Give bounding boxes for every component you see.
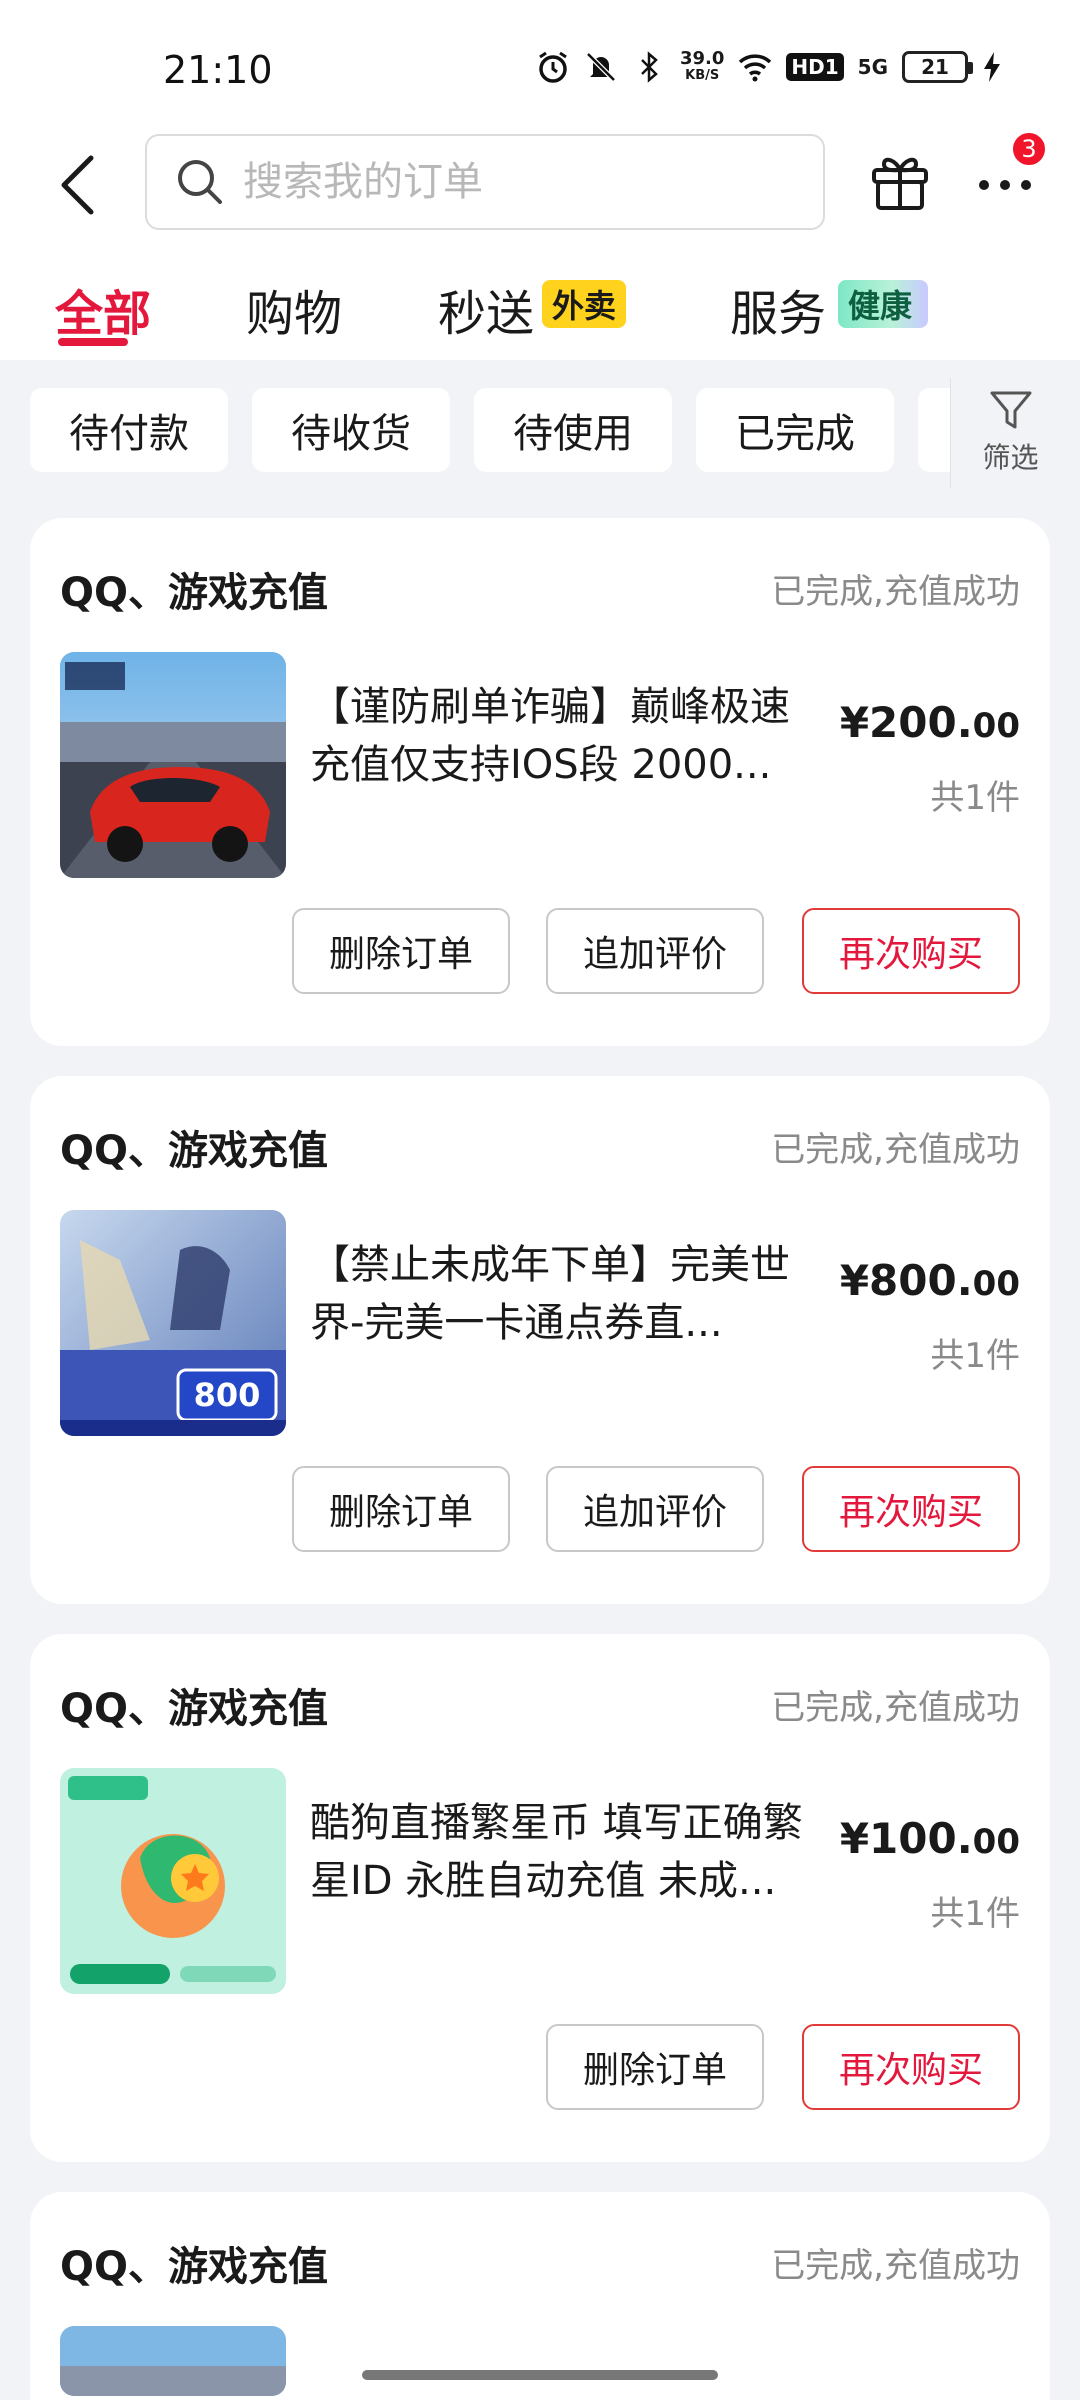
back-button[interactable] [52, 150, 102, 220]
svg-text:800: 800 [194, 1376, 261, 1414]
category-tabs: 全部 购物 秒送 外卖 服务 健康 [0, 250, 1080, 360]
product-thumbnail[interactable] [60, 1768, 286, 1994]
product-title[interactable]: 【禁止未成年下单】完美世界-完美一卡通点券直... [310, 1236, 810, 1352]
gift-button[interactable] [868, 148, 938, 218]
mute-icon [586, 52, 616, 82]
shop-name[interactable]: QQ、游戏充值 [60, 1676, 328, 1734]
takeout-tag: 外卖 [542, 280, 627, 328]
chip-pending-payment[interactable]: 待付款 [30, 388, 228, 472]
tab-express[interactable]: 秒送 [438, 274, 534, 344]
filter-row: 待付款 待收货 待使用 已完成 筛选 [0, 360, 1080, 510]
more-icon [979, 180, 1031, 190]
chevron-left-icon [61, 155, 94, 215]
shop-name[interactable]: QQ、游戏充值 [60, 2234, 328, 2292]
rebuy-button[interactable]: 再次购买 [802, 2024, 1020, 2110]
racing-car-image [60, 652, 286, 878]
header: 3 [0, 130, 1080, 250]
product-price: ¥100.00 [839, 1814, 1020, 1863]
rebuy-button[interactable]: 再次购买 [802, 908, 1020, 994]
order-status: 已完成,充值成功 [771, 572, 1020, 612]
chip-pending-receipt[interactable]: 待收货 [252, 388, 450, 472]
product-quantity: 共1件 [930, 1336, 1020, 1376]
network-speed: 39.0 KB/S [679, 48, 725, 84]
bluetooth-icon [641, 51, 658, 83]
order-card[interactable]: QQ、游戏充值 已完成,充值成功 800 【禁止未成年下单】完美世界-完美一卡通… [30, 1076, 1050, 1604]
product-title[interactable]: 酷狗直播繁星币 填写正确繁星ID 永胜自动充值 未成... [310, 1794, 810, 1910]
chip-pending-use[interactable]: 待使用 [474, 388, 672, 472]
hd-icon: HD1 [786, 53, 844, 81]
status-bar: 21:10 39.0 KB/S HD1 5G 21 [0, 0, 1080, 130]
coin-card-image [60, 1768, 286, 1994]
filter-button[interactable]: 筛选 [950, 378, 1070, 488]
search-icon [178, 160, 222, 204]
search-input[interactable] [243, 159, 763, 205]
tab-all[interactable]: 全部 [55, 274, 151, 344]
delete-order-button[interactable]: 删除订单 [292, 1466, 510, 1552]
rebuy-button[interactable]: 再次购买 [802, 1466, 1020, 1552]
status-time: 21:10 [163, 48, 273, 92]
product-title[interactable]: 【谨防刷单诈骗】巅峰极速充值仅支持IOS段 2000... [310, 678, 810, 794]
order-status: 已完成,充值成功 [771, 1688, 1020, 1728]
product-thumbnail[interactable]: 800 [60, 1210, 286, 1436]
health-tag: 健康 [838, 280, 929, 328]
game-card-image: 800 [60, 1210, 286, 1436]
order-card[interactable]: QQ、游戏充值 已完成,充值成功 【谨防刷单诈骗】巅峰极速充值仅支持IOS段 2… [30, 518, 1050, 1046]
tab-service[interactable]: 服务 [730, 274, 826, 344]
cellular-icon: 5G [857, 55, 888, 79]
racing-car-image [60, 2326, 286, 2396]
home-indicator[interactable] [362, 2370, 718, 2380]
gift-icon [872, 157, 928, 210]
product-thumbnail[interactable] [60, 2326, 286, 2396]
tab-active-indicator [58, 338, 128, 346]
alarm-icon [539, 51, 567, 83]
charging-icon [984, 52, 1000, 82]
product-price: ¥200.00 [839, 698, 1020, 747]
order-status: 已完成,充值成功 [771, 1130, 1020, 1170]
product-price: ¥800.00 [839, 1256, 1020, 1305]
status-icons: 39.0 KB/S HD1 5G 21 [536, 50, 1002, 84]
order-status: 已完成,充值成功 [771, 2246, 1020, 2286]
search-bar[interactable] [145, 134, 825, 230]
delete-order-button[interactable]: 删除订单 [546, 2024, 764, 2110]
chip-completed[interactable]: 已完成 [696, 388, 894, 472]
order-card[interactable]: QQ、游戏充值 已完成,充值成功 酷狗直播繁星币 填写正确繁星ID 永胜自动充值… [30, 1634, 1050, 2162]
product-quantity: 共1件 [930, 1894, 1020, 1934]
add-review-button[interactable]: 追加评价 [546, 1466, 764, 1552]
shop-name[interactable]: QQ、游戏充值 [60, 560, 328, 618]
add-review-button[interactable]: 追加评价 [546, 908, 764, 994]
delete-order-button[interactable]: 删除订单 [292, 908, 510, 994]
product-thumbnail[interactable] [60, 652, 286, 878]
notification-badge: 3 [1010, 130, 1048, 168]
filter-icon [990, 391, 1031, 429]
wifi-icon [739, 54, 772, 82]
filter-label: 筛选 [982, 441, 1039, 474]
product-quantity: 共1件 [930, 778, 1020, 818]
order-card[interactable]: QQ、游戏充值 已完成,充值成功 [30, 2192, 1050, 2400]
shop-name[interactable]: QQ、游戏充值 [60, 1118, 328, 1176]
tab-shopping[interactable]: 购物 [246, 274, 342, 344]
battery-icon: 21 [902, 51, 973, 83]
